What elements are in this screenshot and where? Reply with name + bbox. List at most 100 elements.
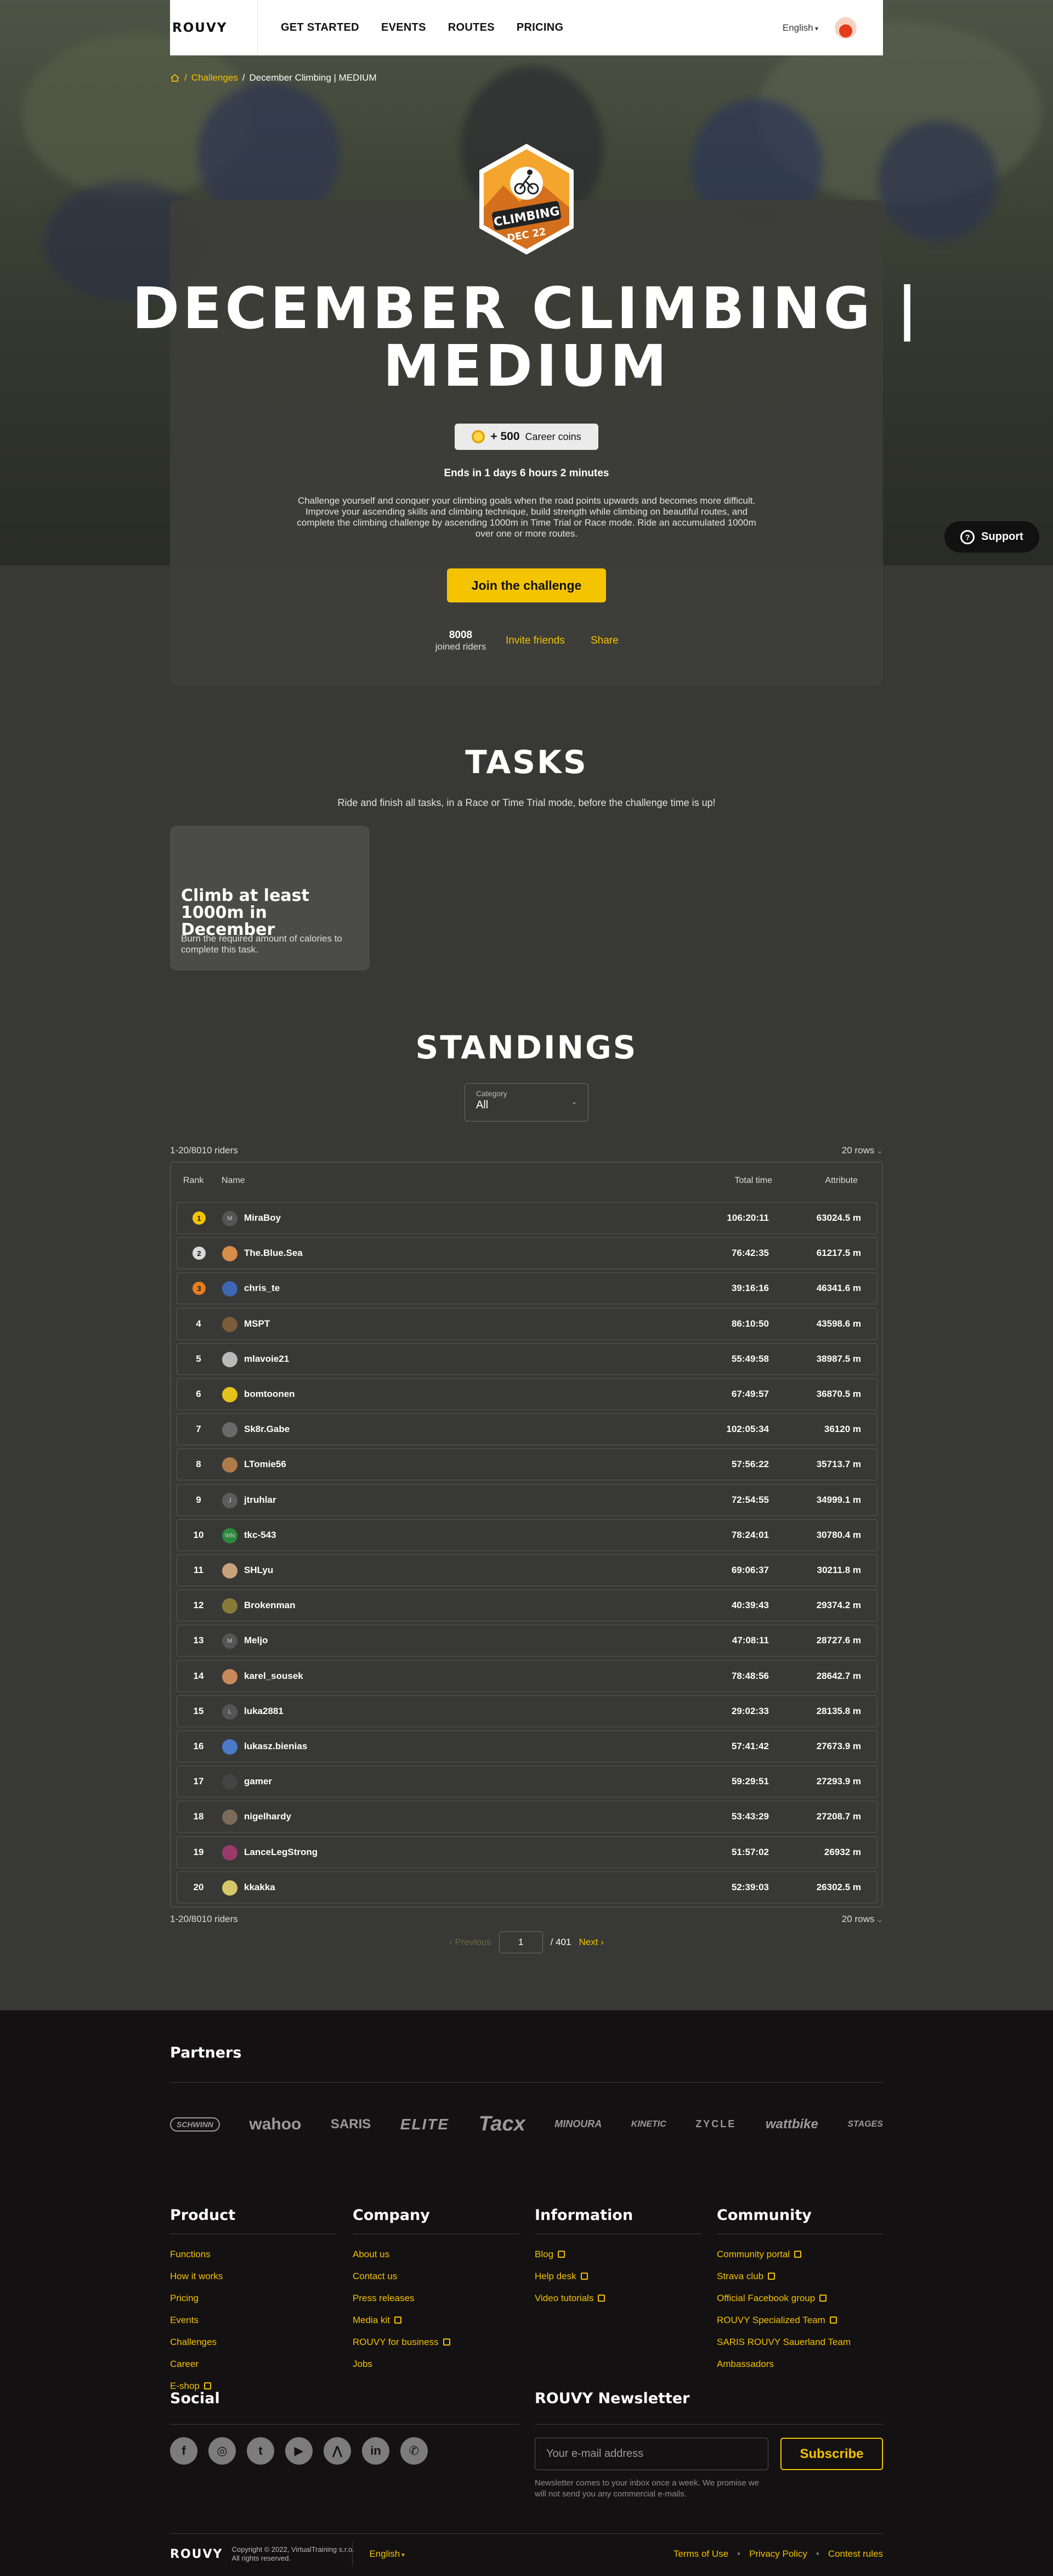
table-row[interactable]: 16 lukasz.bienias 57:41:42 27673.9 m (177, 1731, 878, 1762)
language-select[interactable]: English (783, 22, 818, 33)
email-input[interactable]: Your e-mail address (535, 2438, 768, 2470)
table-row[interactable]: 10 WN tkc-543 78:24:01 30780.4 m (177, 1519, 878, 1551)
rider-name[interactable]: lukasz.bienias (244, 1741, 307, 1752)
table-row[interactable]: 6 bomtoonen 67:49:57 36870.5 m (177, 1378, 878, 1410)
strava-icon[interactable]: ⋀ (324, 2437, 351, 2465)
table-row[interactable]: 13 M Meljo 47:08:11 28727.6 m (177, 1625, 878, 1657)
partner-schwinn[interactable]: SCHWINN (170, 2117, 220, 2132)
footer-link-challenges[interactable]: Challenges (170, 2337, 336, 2348)
rider-name[interactable]: Brokenman (244, 1600, 296, 1611)
footer-link-blog[interactable]: Blog (535, 2249, 701, 2260)
footer-link-specialized-team[interactable]: ROUVY Specialized Team (717, 2315, 883, 2326)
rider-name[interactable]: MiraBoy (244, 1213, 281, 1224)
rider-name[interactable]: kkakka (244, 1882, 275, 1893)
footer-link-how-it-works[interactable]: How it works (170, 2271, 336, 2282)
rider-name[interactable]: MSPT (244, 1318, 270, 1329)
nav-routes[interactable]: ROUTES (448, 21, 495, 34)
rider-name[interactable]: tkc-543 (244, 1530, 276, 1541)
table-row[interactable]: 4 MSPT 86:10:50 43598.6 m (177, 1307, 878, 1340)
table-row[interactable]: 19 LanceLegStrong 51:57:02 26932 m (177, 1836, 878, 1868)
nav-events[interactable]: EVENTS (381, 21, 426, 34)
partner-wattbike[interactable]: wattbike (766, 2117, 818, 2132)
footer-link-saris-team[interactable]: SARIS ROUVY Sauerland Team (717, 2337, 883, 2348)
table-row[interactable]: 3 chris_te 39:16:16 46341.6 m (177, 1272, 878, 1305)
rouvy-logo[interactable]: ROUVY (170, 0, 258, 55)
footer-link-ambassadors[interactable]: Ambassadors (717, 2359, 883, 2370)
partner-minoura[interactable]: MINOURA (554, 2118, 602, 2130)
footer-link-events[interactable]: Events (170, 2315, 336, 2326)
linkedin-icon[interactable]: in (362, 2437, 389, 2465)
subscribe-button[interactable]: Subscribe (780, 2438, 883, 2470)
terms-link[interactable]: Terms of Use (673, 2549, 728, 2560)
table-row[interactable]: 5 mlavoie21 55:49:58 38987.5 m (177, 1343, 878, 1375)
partner-kinetic[interactable]: KINETIC (631, 2120, 666, 2129)
footer-link-video-tutorials[interactable]: Video tutorials (535, 2293, 701, 2304)
rows-per-page-select[interactable]: 20 rows (842, 1145, 883, 1156)
support-button[interactable]: ? Support (944, 521, 1039, 553)
footer-logo[interactable]: ROUVY (170, 2547, 223, 2561)
page-input[interactable]: 1 (499, 1931, 543, 1953)
rider-name[interactable]: SHLyu (244, 1565, 273, 1576)
footer-link-help-desk[interactable]: Help desk (535, 2271, 701, 2282)
instagram-icon[interactable]: ◎ (208, 2437, 236, 2465)
rider-name[interactable]: Sk8r.Gabe (244, 1424, 290, 1435)
facebook-icon[interactable]: f (170, 2437, 197, 2465)
footer-link-business[interactable]: ROUVY for business (353, 2337, 519, 2348)
contest-rules-link[interactable]: Contest rules (828, 2549, 883, 2560)
table-row[interactable]: 15 Lluka2881 29:02:33 28135.8 m (177, 1695, 878, 1727)
partner-wahoo[interactable]: wahoo (249, 2115, 301, 2134)
footer-link-contact-us[interactable]: Contact us (353, 2271, 519, 2282)
partner-saris[interactable]: SARIS (331, 2117, 371, 2132)
user-avatar[interactable] (835, 16, 857, 39)
rider-name[interactable]: gamer (244, 1776, 272, 1787)
rows-per-page-select-bottom[interactable]: 20 rows (842, 1914, 883, 1925)
table-row[interactable]: 18 nigelhardy 53:43:29 27208.7 m (177, 1801, 878, 1833)
rider-name[interactable]: karel_sousek (244, 1671, 303, 1682)
table-row[interactable]: 11 SHLyu 69:06:37 30211.8 m (177, 1554, 878, 1586)
breadcrumb-challenges[interactable]: Challenges (191, 72, 238, 83)
footer-link-jobs[interactable]: Jobs (353, 2359, 519, 2370)
table-row[interactable]: 14 karel_sousek 78:48:56 28642.7 m (177, 1660, 878, 1692)
table-row[interactable]: 12 Brokenman 40:39:43 29374.2 m (177, 1589, 878, 1622)
next-page-button[interactable]: Next › (579, 1937, 603, 1948)
table-row[interactable]: 7 Sk8r.Gabe 102:05:34 36120 m (177, 1413, 878, 1446)
invite-friends-link[interactable]: Invite friends (506, 635, 565, 647)
footer-link-facebook-group[interactable]: Official Facebook group (717, 2293, 883, 2304)
rider-name[interactable]: luka2881 (244, 1706, 284, 1717)
table-row[interactable]: 17 gamer 59:29:51 27293.9 m (177, 1766, 878, 1798)
footer-link-functions[interactable]: Functions (170, 2249, 336, 2260)
rider-name[interactable]: jtruhlar (244, 1495, 276, 1506)
rider-name[interactable]: bomtoonen (244, 1389, 295, 1400)
rider-name[interactable]: chris_te (244, 1283, 280, 1294)
partner-elite[interactable]: ELITE (400, 2116, 449, 2133)
rider-name[interactable]: mlavoie21 (244, 1354, 289, 1365)
join-challenge-button[interactable]: Join the challenge (447, 568, 606, 602)
home-icon[interactable] (170, 74, 180, 82)
footer-language-select[interactable]: English (369, 2549, 404, 2560)
nav-get-started[interactable]: GET STARTED (281, 21, 359, 34)
partner-tacx[interactable]: Tacx (479, 2112, 525, 2136)
footer-link-community-portal[interactable]: Community portal (717, 2249, 883, 2260)
partner-stages[interactable]: STAGES (847, 2120, 883, 2129)
youtube-icon[interactable]: ▶ (285, 2437, 313, 2465)
rider-name[interactable]: LanceLegStrong (244, 1847, 318, 1858)
share-link[interactable]: Share (591, 635, 619, 647)
twitter-icon[interactable]: t (247, 2437, 274, 2465)
whatsapp-icon[interactable]: ✆ (400, 2437, 428, 2465)
previous-page-button[interactable]: ‹ Previous (449, 1937, 491, 1948)
footer-link-career[interactable]: Career (170, 2359, 336, 2370)
nav-pricing[interactable]: PRICING (517, 21, 563, 34)
rider-name[interactable]: nigelhardy (244, 1811, 291, 1822)
table-row[interactable]: 1 M MiraBoy 106:20:11 63024.5 m (177, 1202, 878, 1234)
rider-name[interactable]: LTomie56 (244, 1459, 286, 1470)
table-row[interactable]: 20 kkakka 52:39:03 26302.5 m (177, 1871, 878, 1903)
privacy-link[interactable]: Privacy Policy (749, 2549, 807, 2560)
table-row[interactable]: 9 Jjtruhlar 72:54:55 34999.1 m (177, 1484, 878, 1516)
rider-name[interactable]: Meljo (244, 1635, 268, 1646)
footer-link-pricing[interactable]: Pricing (170, 2293, 336, 2304)
footer-link-media-kit[interactable]: Media kit (353, 2315, 519, 2326)
footer-link-strava[interactable]: Strava club (717, 2271, 883, 2282)
footer-link-about-us[interactable]: About us (353, 2249, 519, 2260)
category-select[interactable]: Category All ⌄ (465, 1083, 588, 1121)
footer-link-press[interactable]: Press releases (353, 2293, 519, 2304)
